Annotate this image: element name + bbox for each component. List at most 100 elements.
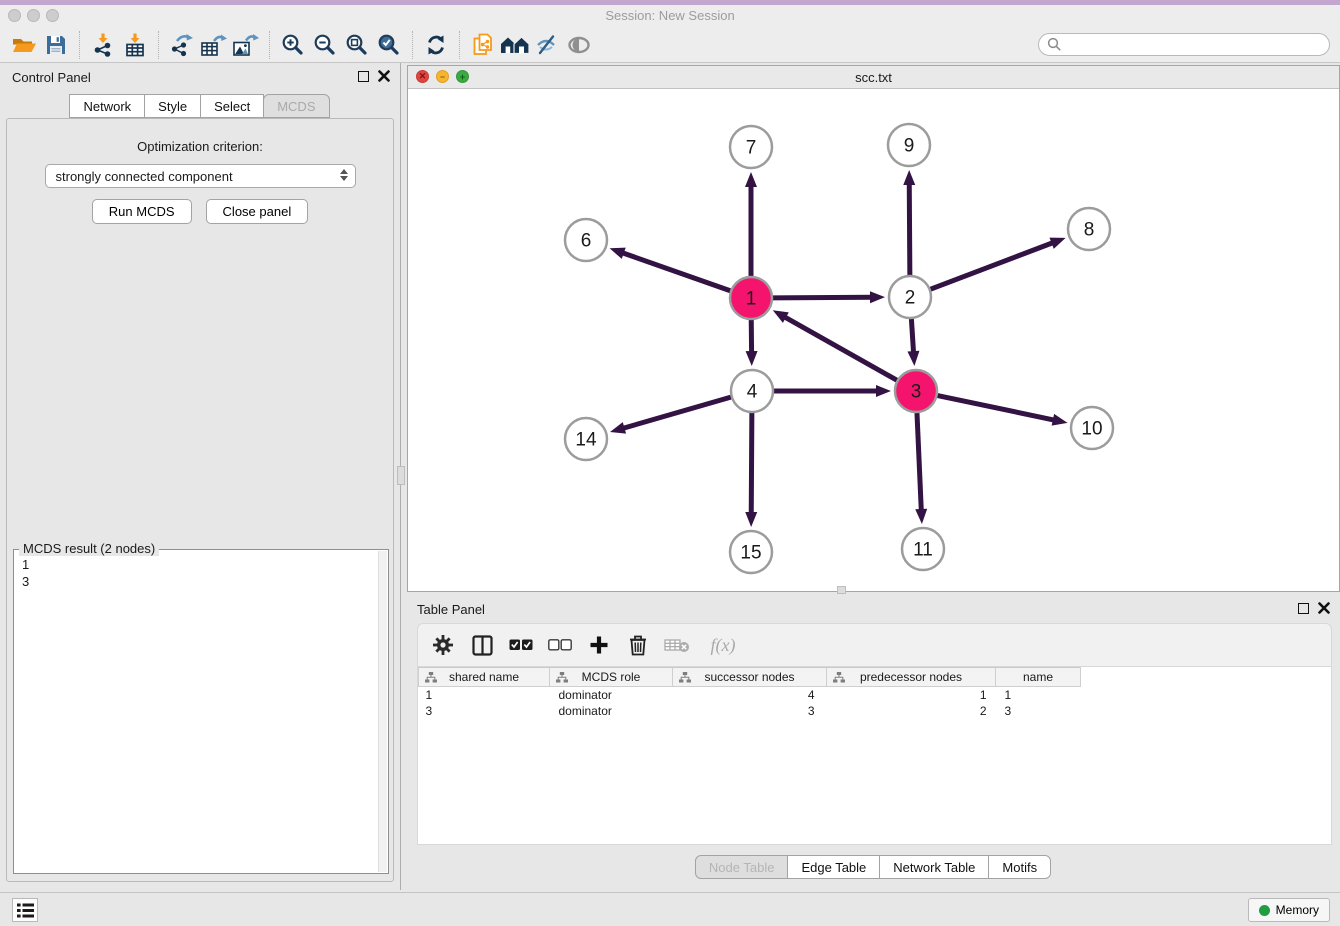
delete-rows-button[interactable] (623, 629, 653, 661)
graph-node-2[interactable]: 2 (889, 276, 931, 318)
graph-node-3[interactable]: 3 (895, 370, 937, 412)
tab-select[interactable]: Select (200, 94, 264, 118)
graph-node-6[interactable]: 6 (565, 219, 607, 261)
tab-node-table[interactable]: Node Table (695, 855, 789, 879)
graph-edge-2-9[interactable] (909, 182, 910, 275)
export-network-button[interactable] (166, 30, 198, 60)
first-neighbors-button[interactable] (499, 30, 531, 60)
column-header-predecessor-nodes[interactable]: predecessor nodes (827, 668, 996, 687)
tab-network-table[interactable]: Network Table (879, 855, 989, 879)
hierarchy-icon (425, 672, 437, 683)
table-settings-button[interactable] (428, 629, 458, 661)
float-table-panel-icon[interactable] (1298, 603, 1309, 614)
eye-slash-icon (535, 33, 559, 57)
tab-motifs[interactable]: Motifs (988, 855, 1051, 879)
panel-splitter-grip[interactable] (397, 466, 405, 485)
cell-name[interactable]: 1 (996, 687, 1081, 703)
cell-shared-name[interactable]: 3 (419, 703, 550, 719)
toolbar-separator (269, 31, 270, 59)
float-panel-icon[interactable] (358, 71, 369, 82)
graph-edge-3-11[interactable] (917, 413, 921, 512)
export-image-button[interactable] (230, 30, 262, 60)
cell-successor-nodes[interactable]: 3 (673, 703, 827, 719)
column-header-shared-name[interactable]: shared name (419, 668, 550, 687)
column-header-mcds-role[interactable]: MCDS role (550, 668, 673, 687)
criterion-select[interactable]: strongly connected component (45, 164, 356, 188)
graph-edge-4-14[interactable] (622, 397, 731, 429)
home-houses-icon (500, 34, 530, 56)
tab-edge-table[interactable]: Edge Table (787, 855, 880, 879)
zoom-in-button[interactable] (277, 30, 309, 60)
show-eye-button[interactable] (563, 30, 595, 60)
table-row[interactable]: 1 dominator 4 1 1 (419, 687, 1081, 703)
task-history-button[interactable] (12, 898, 38, 922)
cell-predecessor-nodes[interactable]: 2 (827, 703, 996, 719)
network-canvas[interactable]: 7 9 6 8 1 2 4 3 14 10 15 11 (408, 89, 1339, 591)
cell-mcds-role[interactable]: dominator (550, 703, 673, 719)
graph-node-8[interactable]: 8 (1068, 208, 1110, 250)
hide-panels-button[interactable] (531, 30, 563, 60)
export-table-button[interactable] (198, 30, 230, 60)
graph-node-10[interactable]: 10 (1071, 407, 1113, 449)
refresh-layout-button[interactable] (420, 30, 452, 60)
cell-predecessor-nodes[interactable]: 1 (827, 687, 996, 703)
cell-shared-name[interactable]: 1 (419, 687, 550, 703)
table-splitter-grip[interactable] (837, 586, 846, 594)
search-icon (1047, 37, 1062, 52)
zoom-out-button[interactable] (309, 30, 341, 60)
memory-button[interactable]: Memory (1248, 898, 1330, 922)
unselect-all-columns-button[interactable] (545, 629, 575, 661)
graph-node-4[interactable]: 4 (731, 370, 773, 412)
column-header-name[interactable]: name (996, 668, 1081, 687)
table-row[interactable]: 3 dominator 3 2 3 (419, 703, 1081, 719)
add-row-button[interactable] (584, 629, 614, 661)
close-panel-icon[interactable] (378, 70, 390, 82)
hierarchy-icon (833, 672, 845, 683)
zoom-fit-button[interactable] (341, 30, 373, 60)
control-panel-tabs: Network Style Select MCDS (0, 94, 400, 118)
open-session-button[interactable] (8, 30, 40, 60)
graph-node-9[interactable]: 9 (888, 124, 930, 166)
graph-edge-1-2[interactable] (773, 297, 873, 298)
save-session-button[interactable] (40, 30, 72, 60)
search-input[interactable] (1068, 38, 1318, 52)
graph-node-1[interactable]: 1 (730, 277, 772, 319)
tab-style[interactable]: Style (144, 94, 201, 118)
cell-successor-nodes[interactable]: 4 (673, 687, 827, 703)
memory-label: Memory (1276, 903, 1319, 917)
toolbar-separator (412, 31, 413, 59)
zoom-selected-button[interactable] (373, 30, 405, 60)
svg-text:7: 7 (746, 138, 757, 159)
tab-network[interactable]: Network (69, 94, 145, 118)
graph-edge-arrowhead (1049, 238, 1065, 249)
cell-mcds-role[interactable]: dominator (550, 687, 673, 703)
column-header-successor-nodes[interactable]: successor nodes (673, 668, 827, 687)
select-all-columns-button[interactable] (506, 629, 536, 661)
result-scrollbar[interactable] (378, 551, 387, 872)
graph-edge-2-8[interactable] (931, 242, 1055, 289)
tab-mcds[interactable]: MCDS (263, 94, 329, 118)
graph-node-11[interactable]: 11 (902, 528, 944, 570)
result-item[interactable]: 1 (22, 556, 380, 573)
clone-network-button[interactable] (467, 30, 499, 60)
close-table-panel-icon[interactable] (1318, 602, 1330, 614)
graph-edge-1-6[interactable] (621, 252, 730, 290)
graph-edge-3-1[interactable] (783, 316, 897, 380)
graph-edge-3-10[interactable] (938, 396, 1056, 421)
result-item[interactable]: 3 (22, 573, 380, 590)
close-panel-button[interactable]: Close panel (206, 199, 309, 224)
graph-node-14[interactable]: 14 (565, 418, 607, 460)
graph-edge-4-15[interactable] (751, 413, 752, 515)
node-table: shared name MCDS role successor nodes pr… (417, 667, 1332, 845)
save-floppy-icon (44, 33, 68, 57)
graph-edge-2-3[interactable] (911, 319, 913, 354)
function-builder-button-disabled: f(x) (701, 629, 745, 661)
show-column-button[interactable] (467, 629, 497, 661)
cell-name[interactable]: 3 (996, 703, 1081, 719)
import-table-button[interactable] (119, 30, 151, 60)
graph-node-15[interactable]: 15 (730, 531, 772, 573)
run-mcds-button[interactable]: Run MCDS (92, 199, 192, 224)
graph-node-7[interactable]: 7 (730, 126, 772, 168)
import-network-button[interactable] (87, 30, 119, 60)
eye-icon (566, 34, 592, 56)
